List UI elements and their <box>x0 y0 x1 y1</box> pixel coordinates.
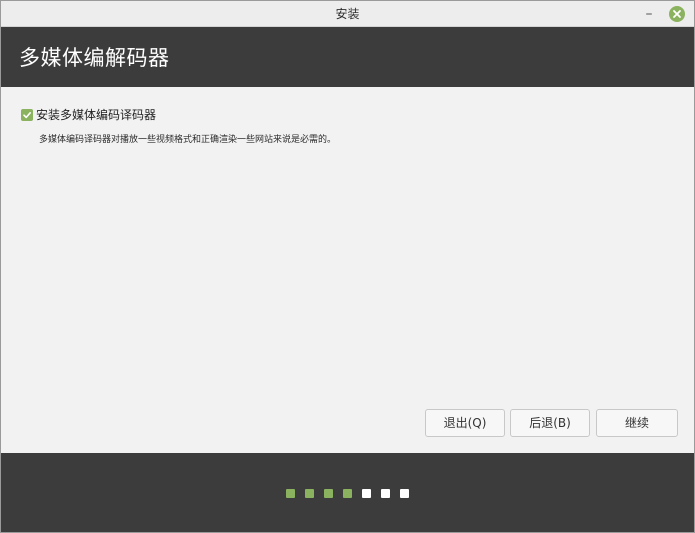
progress-step-pending <box>400 489 409 498</box>
main-content: 安装多媒体编码译码器 多媒体编码译码器对播放一些视频格式和正确渲染一些网站来说是… <box>1 87 694 453</box>
progress-step-done <box>305 489 314 498</box>
progress-step-done <box>324 489 333 498</box>
continue-button[interactable]: 继续 <box>596 409 678 437</box>
installer-window: 安装 – 多媒体编解码器 安装多媒体编码译码器 多媒体编码译码器对播放一些视频格… <box>0 0 695 533</box>
page-title: 多媒体编解码器 <box>19 46 170 70</box>
close-icon[interactable] <box>669 6 685 22</box>
progress-step-done <box>343 489 352 498</box>
window-title: 安装 <box>335 7 360 21</box>
progress-step-pending <box>362 489 371 498</box>
checkmark-icon <box>23 111 31 118</box>
back-button[interactable]: 后退(B) <box>510 409 590 437</box>
progress-step-done <box>286 489 295 498</box>
progress-step-pending <box>381 489 390 498</box>
install-codecs-option[interactable]: 安装多媒体编码译码器 <box>21 106 156 123</box>
title-bar[interactable]: 安装 – <box>1 1 694 27</box>
page-header: 多媒体编解码器 <box>1 27 694 87</box>
install-codecs-checkbox[interactable] <box>21 108 33 121</box>
progress-footer <box>1 453 694 532</box>
progress-indicator <box>286 489 419 498</box>
minimize-icon[interactable]: – <box>640 5 658 23</box>
quit-button[interactable]: 退出(Q) <box>425 409 505 437</box>
install-codecs-label: 安装多媒体编码译码器 <box>36 108 157 122</box>
codecs-description: 多媒体编码译码器对播放一些视频格式和正确渲染一些网站来说是必需的。 <box>39 135 337 145</box>
